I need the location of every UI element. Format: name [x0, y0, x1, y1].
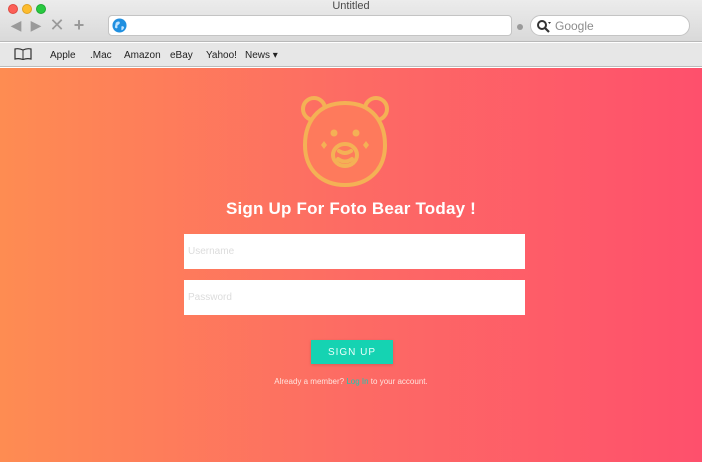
- search-field[interactable]: Google: [530, 15, 690, 36]
- login-link[interactable]: Log In: [346, 377, 368, 386]
- signup-page: Sign Up For Foto Bear Today ! SIGN UP Al…: [0, 68, 702, 462]
- back-button[interactable]: ◀: [8, 16, 24, 34]
- bookmarks-bar: Apple .Mac Amazon eBay Yahoo! News ▾: [0, 43, 702, 67]
- password-input[interactable]: [184, 280, 525, 315]
- bookmark-ebay[interactable]: eBay: [170, 50, 193, 61]
- page-title: Sign Up For Foto Bear Today !: [225, 199, 477, 218]
- address-bar[interactable]: [108, 15, 512, 36]
- bookmark-amazon[interactable]: Amazon: [124, 50, 161, 61]
- username-input[interactable]: [184, 234, 525, 269]
- stop-button[interactable]: ✕: [48, 15, 66, 35]
- forward-button[interactable]: ▶: [28, 16, 44, 34]
- login-prompt-suffix: to your account.: [370, 377, 428, 386]
- globe-icon: [112, 18, 127, 33]
- bookmark-mac[interactable]: .Mac: [90, 50, 112, 61]
- login-prompt-prefix: Already a member?: [274, 377, 345, 386]
- window-title: Untitled: [332, 0, 370, 12]
- search-icon: [537, 20, 551, 33]
- signup-button[interactable]: SIGN UP: [311, 340, 393, 364]
- login-prompt: Already a member? Log In to your account…: [0, 377, 702, 386]
- search-placeholder: Google: [555, 19, 594, 33]
- bookmark-yahoo[interactable]: Yahoo!: [206, 50, 237, 61]
- bookmark-news-menu[interactable]: News ▾: [245, 50, 278, 61]
- navigation-buttons: ◀ ▶ ✕ +: [8, 15, 88, 35]
- bookmark-apple[interactable]: Apple: [50, 50, 76, 61]
- window-titlebar: Untitled ◀ ▶ ✕ + Google: [0, 0, 702, 42]
- bear-logo-icon: [301, 96, 389, 188]
- activity-dot: [517, 24, 523, 30]
- book-icon[interactable]: [14, 48, 32, 60]
- add-bookmark-button[interactable]: +: [70, 15, 88, 35]
